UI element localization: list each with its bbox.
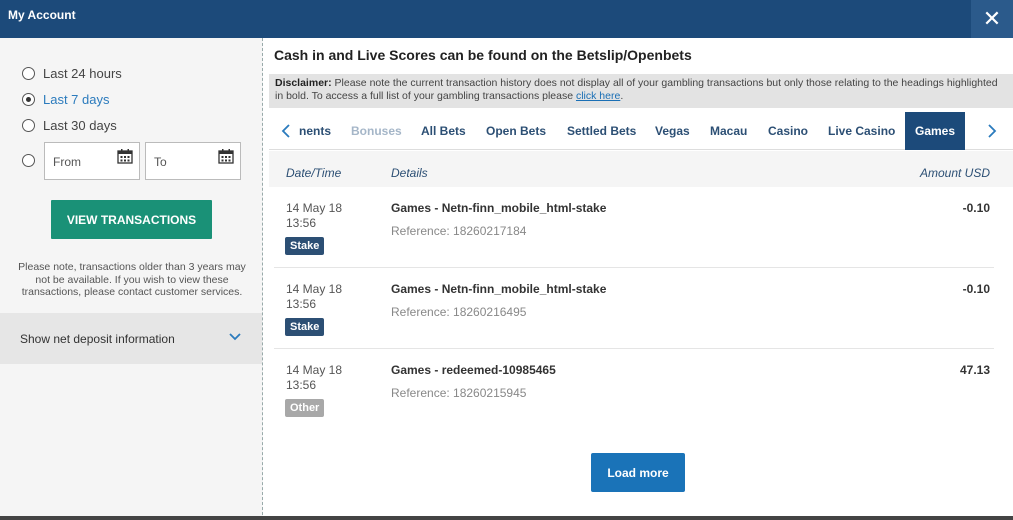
click-here-link[interactable]: click here bbox=[576, 90, 620, 102]
tab-games[interactable]: Games bbox=[905, 112, 966, 150]
tab-casino[interactable]: Casino bbox=[768, 112, 808, 150]
row-details: Games - Netn-finn_mobile_html-stake bbox=[391, 201, 607, 215]
radio-last-7-days[interactable]: Last 7 days bbox=[22, 92, 110, 107]
status-badge: Other bbox=[285, 399, 325, 417]
tab-settled-bets[interactable]: Settled Bets bbox=[567, 112, 636, 150]
disclaimer-heading: Disclaimer: bbox=[275, 77, 332, 89]
close-icon: ✕ bbox=[982, 6, 1002, 31]
row-reference: Reference: 18260215945 bbox=[391, 386, 527, 400]
row-amount: -0.10 bbox=[962, 282, 990, 296]
chevron-down-icon bbox=[229, 333, 241, 341]
radio-circle bbox=[22, 119, 35, 132]
from-label: From bbox=[53, 155, 81, 169]
header-bar: My Account ✕ bbox=[0, 0, 1013, 38]
load-more-button[interactable]: Load more bbox=[591, 453, 685, 492]
to-date-field[interactable]: To bbox=[145, 142, 241, 180]
chevron-left-icon[interactable] bbox=[279, 123, 293, 139]
filter-panel: Last 24 hours Last 7 days Last 30 days F… bbox=[0, 38, 263, 520]
row-time: 13:56 bbox=[286, 216, 317, 230]
row-reference: Reference: 18260217184 bbox=[391, 224, 527, 238]
row-date: 14 May 18 bbox=[286, 282, 343, 296]
tab-open-bets[interactable]: Open Bets bbox=[486, 112, 546, 150]
row-time: 13:56 bbox=[286, 378, 317, 392]
row-amount: 47.13 bbox=[959, 363, 990, 377]
status-badge: Stake bbox=[285, 237, 325, 255]
to-label: To bbox=[154, 155, 167, 169]
transaction-row: 14 May 18 13:56 Stake Games - Netn-finn_… bbox=[274, 188, 994, 268]
row-datetime: 14 May 18 13:56 bbox=[286, 201, 342, 231]
radio-last-30-days[interactable]: Last 30 days bbox=[22, 118, 117, 133]
radio-label: Last 7 days bbox=[43, 92, 110, 107]
tab-all-bets[interactable]: All Bets bbox=[421, 112, 466, 150]
row-datetime: 14 May 18 13:56 bbox=[286, 282, 342, 312]
disclaimer-end: . bbox=[620, 90, 624, 102]
radio-last-24-hours[interactable]: Last 24 hours bbox=[22, 66, 122, 81]
column-header-bar bbox=[269, 151, 1013, 187]
tab-vegas[interactable]: Vegas bbox=[655, 112, 690, 150]
tab-payments[interactable]: nents bbox=[299, 112, 331, 150]
radio-circle bbox=[22, 154, 35, 167]
radio-custom-range[interactable] bbox=[22, 154, 43, 167]
radio-circle-checked bbox=[22, 93, 35, 106]
from-date-field[interactable]: From bbox=[44, 142, 140, 180]
row-amount: -0.10 bbox=[962, 201, 990, 215]
row-date: 14 May 18 bbox=[286, 201, 343, 215]
column-details: Details bbox=[391, 166, 428, 180]
tab-live-casino[interactable]: Live Casino bbox=[828, 112, 895, 150]
calendar-icon[interactable] bbox=[117, 148, 133, 164]
chevron-right-icon[interactable] bbox=[985, 123, 999, 139]
column-amount: Amount USD bbox=[919, 166, 990, 180]
my-account-window: My Account ✕ Last 24 hours Last 7 days L… bbox=[0, 0, 1013, 520]
tab-macau[interactable]: Macau bbox=[710, 112, 747, 150]
calendar-icon[interactable] bbox=[218, 148, 234, 164]
column-date: Date/Time bbox=[286, 166, 342, 180]
net-deposit-label: Show net deposit information bbox=[20, 332, 175, 346]
view-transactions-button[interactable]: VIEW TRANSACTIONS bbox=[51, 200, 212, 239]
radio-label: Last 24 hours bbox=[43, 66, 122, 81]
history-note: Please note, transactions older than 3 y… bbox=[18, 261, 246, 298]
transaction-row: 14 May 18 13:56 Stake Games - Netn-finn_… bbox=[274, 269, 994, 349]
radio-label: Last 30 days bbox=[43, 118, 117, 133]
row-time: 13:56 bbox=[286, 297, 317, 311]
category-tabs: nents Bonuses All Bets Open Bets Settled… bbox=[269, 112, 1013, 150]
status-badge: Stake bbox=[285, 318, 325, 336]
tab-bonuses[interactable]: Bonuses bbox=[351, 112, 402, 150]
row-date: 14 May 18 bbox=[286, 363, 343, 377]
betslip-notice: Cash in and Live Scores can be found on … bbox=[274, 47, 692, 63]
transactions-panel: Cash in and Live Scores can be found on … bbox=[264, 38, 1013, 520]
close-button[interactable]: ✕ bbox=[971, 0, 1013, 38]
bottom-border bbox=[0, 516, 1013, 520]
radio-circle bbox=[22, 67, 35, 80]
row-reference: Reference: 18260216495 bbox=[391, 305, 527, 319]
net-deposit-toggle[interactable]: Show net deposit information bbox=[0, 313, 262, 364]
transaction-row: 14 May 18 13:56 Other Games - redeemed-1… bbox=[274, 350, 994, 430]
row-datetime: 14 May 18 13:56 bbox=[286, 363, 342, 393]
disclaimer-box: Disclaimer: Please note the current tran… bbox=[269, 74, 1013, 108]
window-title: My Account bbox=[8, 8, 76, 22]
row-details: Games - redeemed-10985465 bbox=[391, 363, 556, 377]
row-details: Games - Netn-finn_mobile_html-stake bbox=[391, 282, 607, 296]
disclaimer-text: Please note the current transaction hist… bbox=[275, 77, 998, 102]
